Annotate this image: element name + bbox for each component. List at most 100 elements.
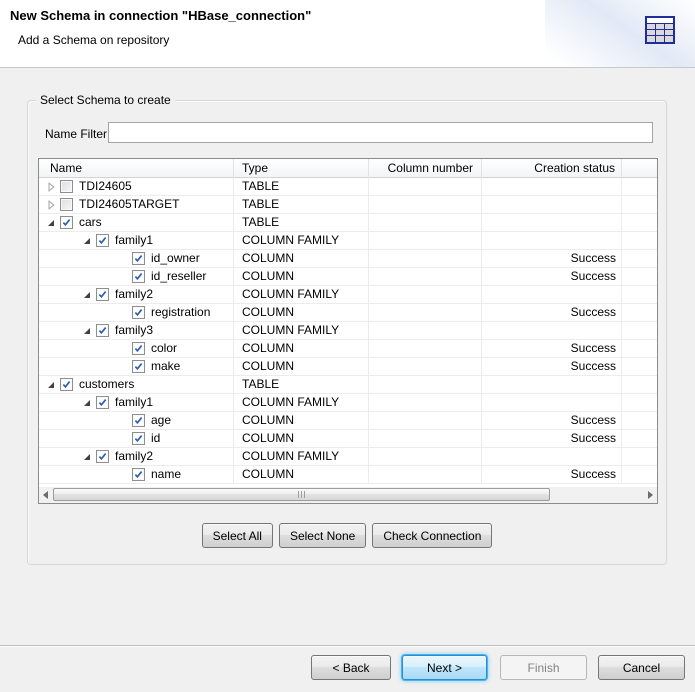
expand-toggle-icon[interactable] <box>118 344 130 354</box>
row-checkbox[interactable] <box>96 396 109 409</box>
row-name-cell: color <box>39 340 234 357</box>
column-header-type[interactable]: Type <box>234 159 369 178</box>
table-row[interactable]: make COLUMN Success <box>39 358 657 376</box>
expand-toggle-icon[interactable] <box>46 218 58 228</box>
scroll-right-arrow-icon[interactable] <box>648 491 653 499</box>
row-column-number-cell <box>369 376 482 393</box>
cancel-button[interactable]: Cancel <box>598 655 685 680</box>
row-checkbox[interactable] <box>60 378 73 391</box>
row-checkbox[interactable] <box>132 270 145 283</box>
row-checkbox[interactable] <box>96 288 109 301</box>
row-checkbox[interactable] <box>132 468 145 481</box>
expand-toggle-icon[interactable] <box>82 398 94 408</box>
table-row[interactable]: id COLUMN Success <box>39 430 657 448</box>
expand-toggle-icon[interactable] <box>118 308 130 318</box>
expand-toggle-icon[interactable] <box>46 182 58 192</box>
table-row[interactable]: cars TABLE <box>39 214 657 232</box>
row-column-number-cell <box>369 250 482 267</box>
page-subtitle: Add a Schema on repository <box>18 33 169 47</box>
row-checkbox[interactable] <box>132 342 145 355</box>
expand-toggle-icon[interactable] <box>118 254 130 264</box>
expand-toggle-icon[interactable] <box>118 434 130 444</box>
select-all-button[interactable]: Select All <box>202 523 273 548</box>
column-header-column-number[interactable]: Column number <box>369 159 482 178</box>
table-row[interactable]: family2 COLUMN FAMILY <box>39 286 657 304</box>
expand-toggle-icon[interactable] <box>118 272 130 282</box>
row-status-cell <box>482 286 622 303</box>
row-type-cell: TABLE <box>234 196 369 213</box>
row-status-cell: Success <box>482 412 622 429</box>
row-checkbox[interactable] <box>132 306 145 319</box>
row-checkbox[interactable] <box>96 324 109 337</box>
table-row[interactable]: customers TABLE <box>39 376 657 394</box>
back-button[interactable]: < Back <box>311 655 391 680</box>
row-filler-cell <box>622 232 657 249</box>
row-checkbox[interactable] <box>60 216 73 229</box>
row-name-cell: make <box>39 358 234 375</box>
table-row[interactable]: family3 COLUMN FAMILY <box>39 322 657 340</box>
row-type-cell: COLUMN <box>234 304 369 321</box>
table-row[interactable]: family2 COLUMN FAMILY <box>39 448 657 466</box>
row-checkbox[interactable] <box>60 180 73 193</box>
scrollbar-grip-icon <box>298 491 306 498</box>
table-row[interactable]: registration COLUMN Success <box>39 304 657 322</box>
row-label: TDI24605TARGET <box>79 196 179 213</box>
select-none-button[interactable]: Select None <box>279 523 366 548</box>
table-row[interactable]: family1 COLUMN FAMILY <box>39 394 657 412</box>
expand-toggle-icon[interactable] <box>82 236 94 246</box>
column-header-name[interactable]: Name <box>39 159 234 178</box>
row-checkbox[interactable] <box>60 198 73 211</box>
table-row[interactable]: color COLUMN Success <box>39 340 657 358</box>
table-body: TDI24605 TABLE TDI24605TARGET TABLE <box>39 178 657 484</box>
row-status-cell <box>482 178 622 195</box>
next-button[interactable]: Next > <box>402 655 487 680</box>
table-row[interactable]: name COLUMN Success <box>39 466 657 484</box>
expand-toggle-icon[interactable] <box>118 416 130 426</box>
row-filler-cell <box>622 412 657 429</box>
footer-button-bar: < Back Next > Finish Cancel <box>0 655 695 680</box>
scroll-left-arrow-icon[interactable] <box>43 491 48 499</box>
table-row[interactable]: age COLUMN Success <box>39 412 657 430</box>
row-label: TDI24605 <box>79 178 132 195</box>
row-name-cell: family2 <box>39 448 234 465</box>
row-filler-cell <box>622 286 657 303</box>
row-filler-cell <box>622 196 657 213</box>
row-checkbox[interactable] <box>96 450 109 463</box>
expand-toggle-icon[interactable] <box>46 380 58 390</box>
row-status-cell <box>482 448 622 465</box>
row-checkbox[interactable] <box>132 360 145 373</box>
check-connection-button[interactable]: Check Connection <box>372 523 492 548</box>
expand-toggle-icon[interactable] <box>46 200 58 210</box>
row-type-cell: TABLE <box>234 376 369 393</box>
row-filler-cell <box>622 430 657 447</box>
row-column-number-cell <box>369 412 482 429</box>
expand-toggle-icon[interactable] <box>82 452 94 462</box>
row-filler-cell <box>622 358 657 375</box>
row-name-cell: family2 <box>39 286 234 303</box>
expand-toggle-icon[interactable] <box>118 470 130 480</box>
row-name-cell: cars <box>39 214 234 231</box>
expand-toggle-icon[interactable] <box>82 326 94 336</box>
name-filter-input[interactable] <box>108 122 653 143</box>
table-row[interactable]: TDI24605TARGET TABLE <box>39 196 657 214</box>
row-type-cell: COLUMN FAMILY <box>234 286 369 303</box>
table-row[interactable]: TDI24605 TABLE <box>39 178 657 196</box>
row-checkbox[interactable] <box>132 252 145 265</box>
table-row[interactable]: family1 COLUMN FAMILY <box>39 232 657 250</box>
table-row[interactable]: id_reseller COLUMN Success <box>39 268 657 286</box>
select-schema-group: Select Schema to create Name Filter: Nam… <box>27 100 667 565</box>
column-header-creation-status[interactable]: Creation status <box>482 159 622 178</box>
row-checkbox[interactable] <box>132 414 145 427</box>
row-column-number-cell <box>369 340 482 357</box>
row-status-cell: Success <box>482 430 622 447</box>
row-status-cell <box>482 214 622 231</box>
row-checkbox[interactable] <box>132 432 145 445</box>
horizontal-scrollbar[interactable] <box>39 487 657 503</box>
row-label: color <box>151 340 177 357</box>
scrollbar-thumb[interactable] <box>53 488 550 501</box>
expand-toggle-icon[interactable] <box>82 290 94 300</box>
expand-toggle-icon[interactable] <box>118 362 130 372</box>
row-column-number-cell <box>369 286 482 303</box>
table-row[interactable]: id_owner COLUMN Success <box>39 250 657 268</box>
row-checkbox[interactable] <box>96 234 109 247</box>
